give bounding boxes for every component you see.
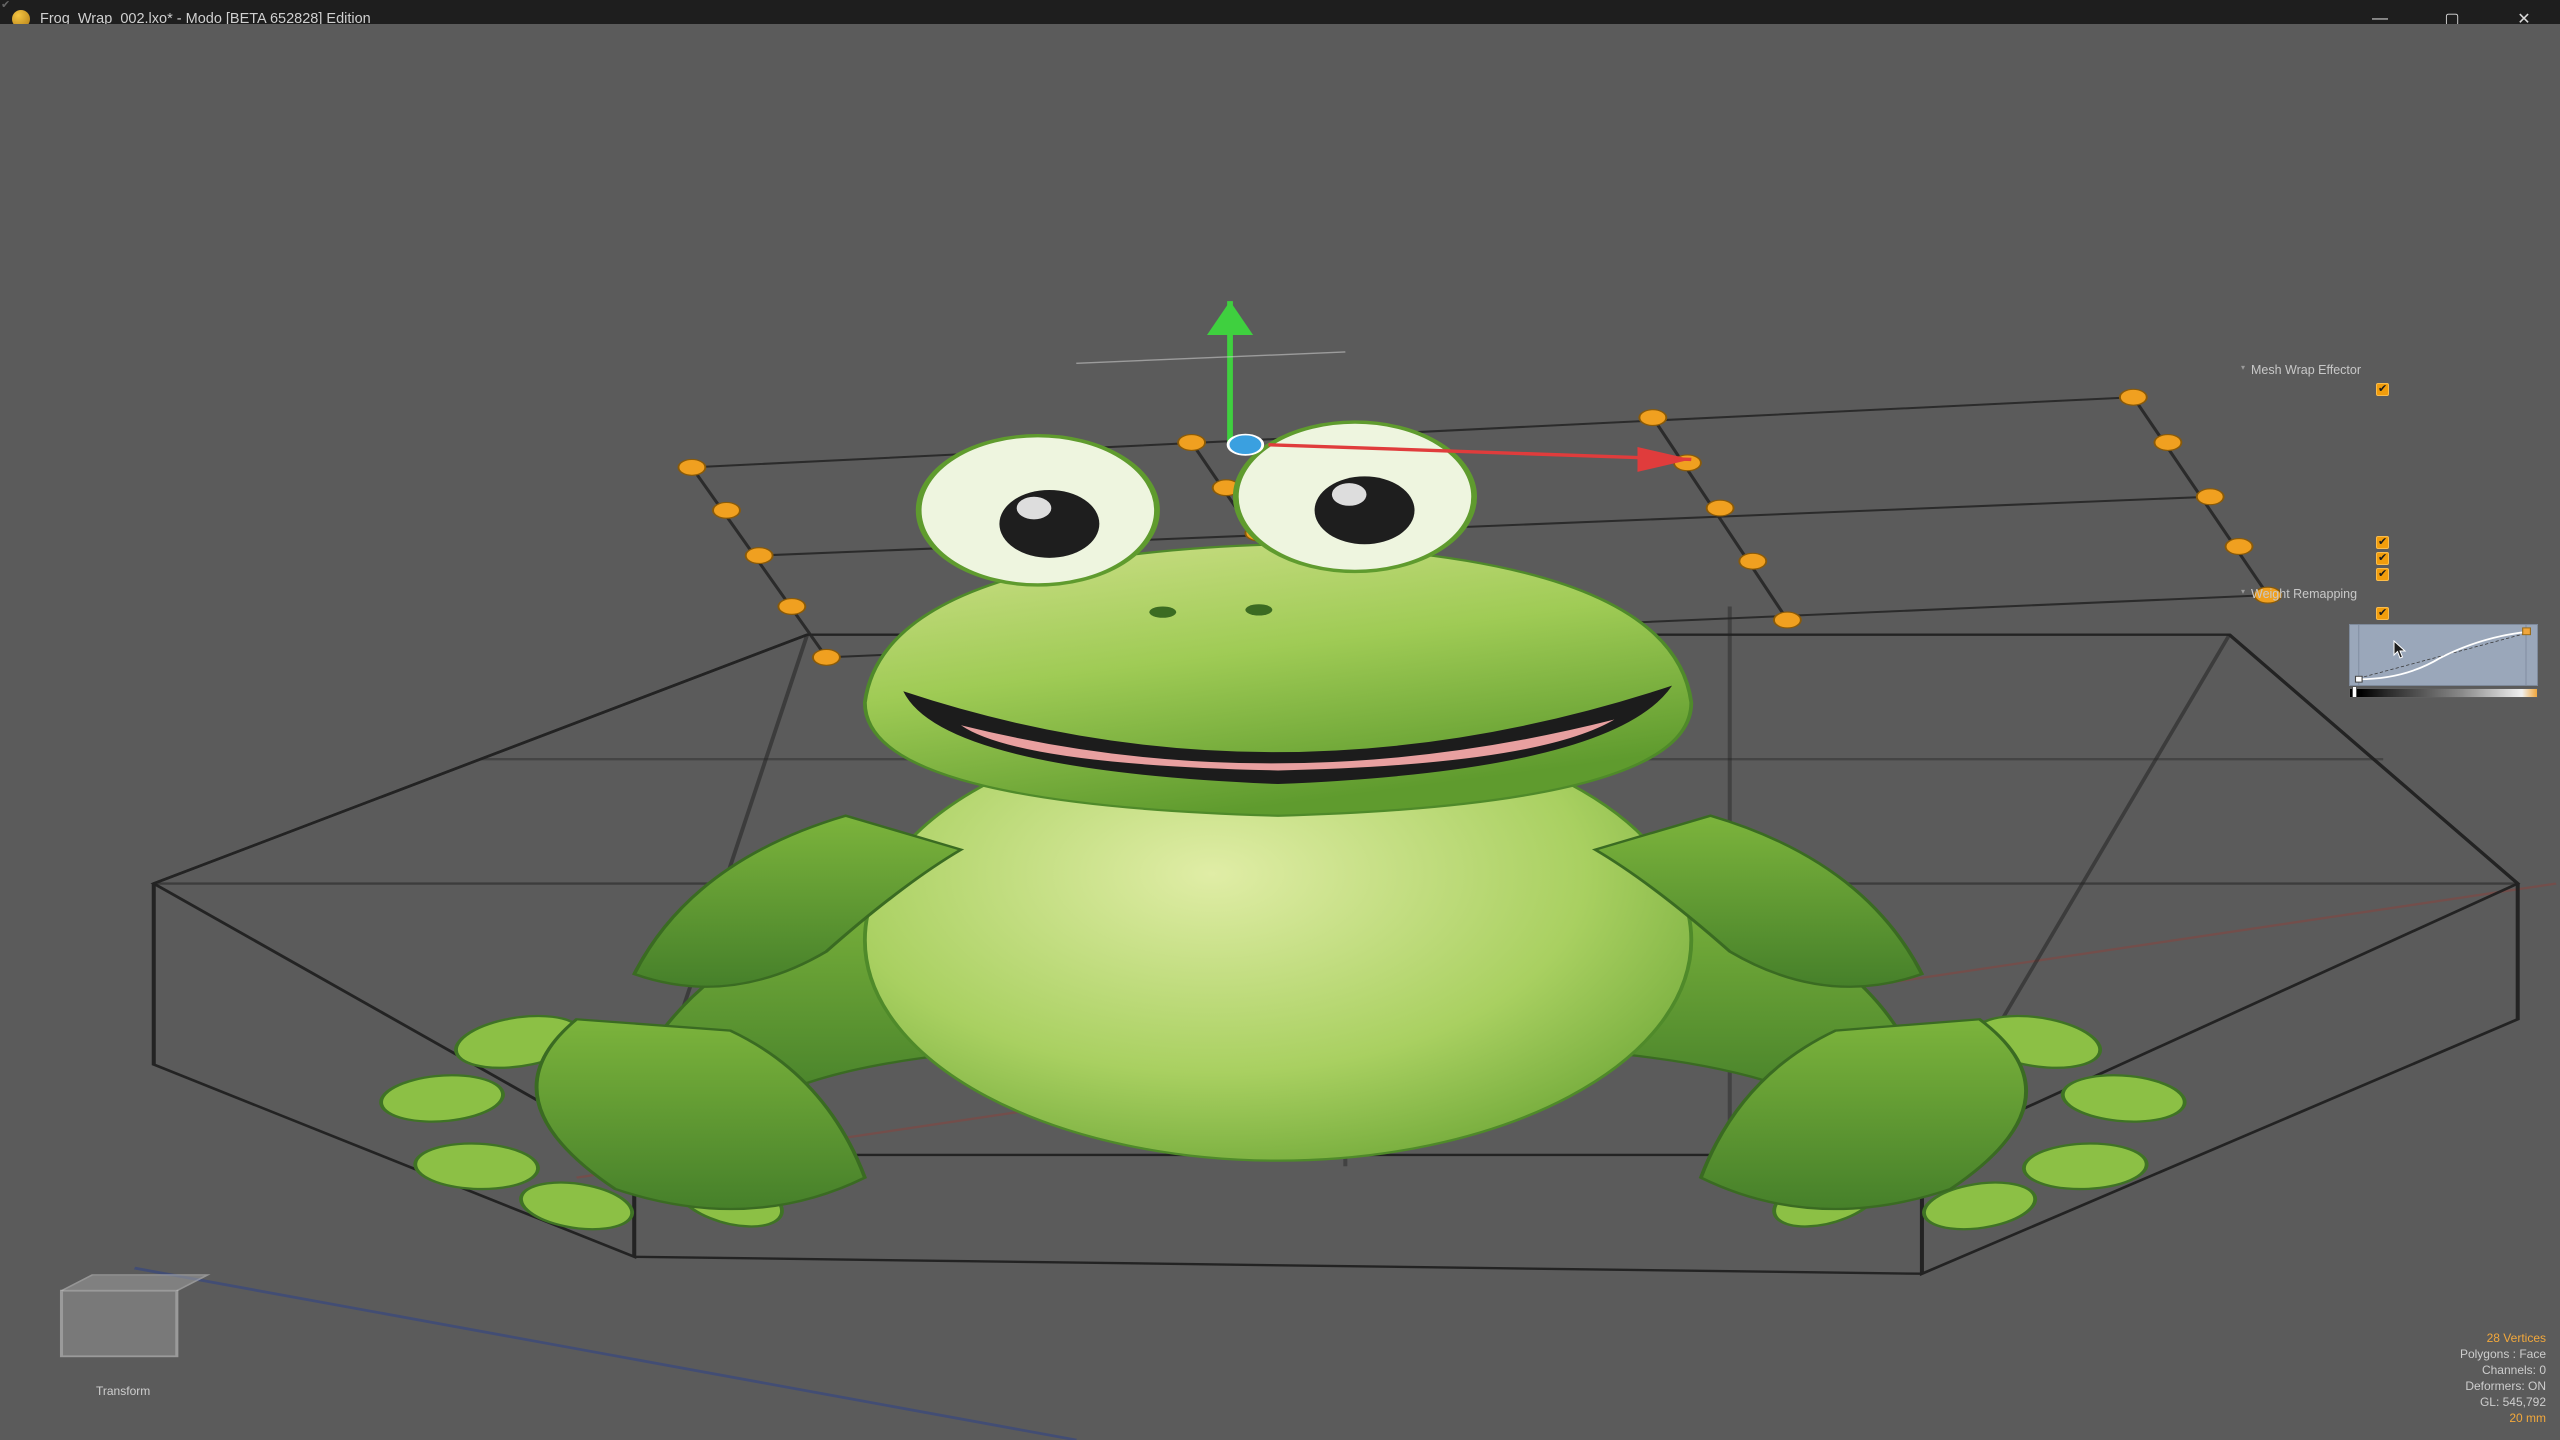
weight-remapping-section[interactable]: Weight Remapping xyxy=(2237,583,2538,604)
remap-weights-checkbox[interactable] xyxy=(2376,606,2389,620)
viewport-scene xyxy=(0,24,2560,1440)
shear-compensate-checkbox[interactable] xyxy=(2376,535,2389,549)
stat-line-4: GL: 545,792 xyxy=(2479,1395,2546,1409)
remap-curve[interactable] xyxy=(2349,624,2538,686)
enable-checkbox[interactable] xyxy=(2376,382,2389,396)
work-plane-label: Transform xyxy=(96,1384,151,1398)
use-wrap-trans-checkbox[interactable] xyxy=(2376,551,2389,565)
stat-line-2: Channels: 0 xyxy=(2481,1363,2546,1377)
viewport-column: ● Perspective Advanced xyxy=(0,24,2560,1440)
remap-gradient-bar[interactable] xyxy=(2349,688,2538,698)
stat-line-1: Polygons : Face xyxy=(2459,1347,2546,1361)
viewport-stats: 28 Vertices Polygons : Face Channels: 0 Def… xyxy=(2460,1330,2546,1426)
viewport-3d-canvas[interactable]: Transform 28 Vertices Polygons : Face Chan… xyxy=(0,24,2560,1440)
stat-line-3: Deformers: ON xyxy=(2465,1379,2546,1393)
remapping-graph[interactable] xyxy=(2349,624,2538,698)
use-all-points-checkbox[interactable] xyxy=(2376,567,2389,581)
gradient-handle[interactable] xyxy=(2352,686,2357,698)
mesh-wrap-effector-section[interactable]: Mesh Wrap Effector xyxy=(2237,359,2538,380)
app-body: World Local Duplicate xyxy=(0,24,2560,1440)
stat-line-5: 20 mm xyxy=(2509,1411,2546,1425)
mouse-cursor-icon xyxy=(2393,640,2407,659)
stat-line-0: 28 Vertices xyxy=(2486,1331,2546,1345)
